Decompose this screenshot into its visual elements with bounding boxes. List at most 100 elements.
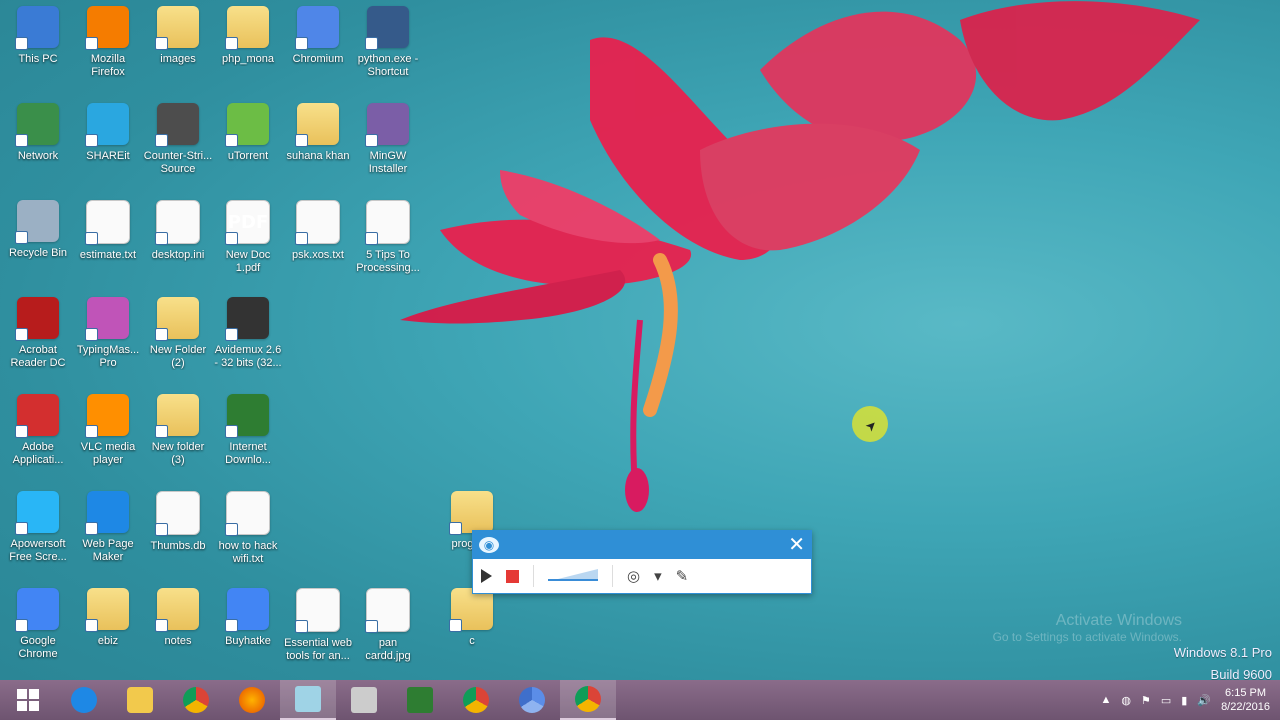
- audio-level-slider[interactable]: [548, 568, 598, 584]
- desktop-icon[interactable]: ebiz: [72, 588, 144, 676]
- taskbar-media[interactable]: [336, 680, 392, 720]
- desktop-icon[interactable]: Mozilla Firefox: [72, 6, 144, 94]
- desktop-icon-label: Adobe Applicati...: [12, 441, 64, 466]
- desktop-icon[interactable]: TypingMas... Pro: [72, 297, 144, 385]
- shareit-icon: [85, 103, 129, 147]
- counter-strike-icon: [155, 103, 199, 147]
- divider: [612, 565, 613, 587]
- desktop-icon-label: MinGW Installer: [368, 150, 408, 175]
- text-file-icon: [225, 491, 270, 536]
- desktop-icon-label: psk.xos.txt: [292, 249, 344, 261]
- desktop-icon[interactable]: how to hack wifi.txt: [212, 491, 284, 579]
- desktop-icon[interactable]: PDF New Doc 1.pdf: [212, 200, 284, 288]
- desktop-icon-label: TypingMas... Pro: [76, 344, 140, 369]
- recorder-logo-icon: ◉: [479, 537, 499, 553]
- desktop-icon[interactable]: Chromium: [282, 6, 354, 94]
- desktop-icon[interactable]: uTorrent: [212, 103, 284, 191]
- text-file-icon: [295, 200, 340, 245]
- volume-icon[interactable]: 🔊: [1197, 694, 1211, 707]
- desktop-icon-label: Counter-Stri... Source: [143, 150, 213, 175]
- desktop-icon[interactable]: psk.xos.txt: [282, 200, 354, 288]
- desktop-icon-label: suhana khan: [286, 150, 350, 162]
- play-button[interactable]: [481, 569, 492, 583]
- webcam-icon[interactable]: ◎: [627, 567, 640, 585]
- firefox-icon: [239, 687, 265, 713]
- action-center-flag-icon[interactable]: ⚑: [1141, 694, 1151, 707]
- desktop-icon-label: Recycle Bin: [8, 247, 68, 259]
- desktop-icon[interactable]: Counter-Stri... Source: [142, 103, 214, 191]
- taskbar-chrome-3[interactable]: [560, 680, 616, 720]
- start-button[interactable]: [0, 680, 56, 720]
- ie-icon: [71, 687, 97, 713]
- desktop-icon[interactable]: MinGW Installer: [352, 103, 424, 191]
- desktop-icon-label: php_mona: [222, 53, 274, 65]
- folder-icon: [449, 588, 493, 632]
- adobe-icon: [15, 394, 59, 438]
- chrome-icon: [463, 687, 489, 713]
- store-icon: [407, 687, 433, 713]
- desktop-icon-label: pan cardd.jpg: [365, 637, 411, 662]
- taskbar-internet-explorer[interactable]: [56, 680, 112, 720]
- clock[interactable]: 6:15 PM 8/22/2016: [1221, 686, 1270, 714]
- taskbar-chrome[interactable]: [168, 680, 224, 720]
- recorder-icon: [295, 686, 321, 712]
- desktop-icon[interactable]: Network: [2, 103, 74, 191]
- taskbar-store[interactable]: [392, 680, 448, 720]
- desktop-icon[interactable]: php_mona: [212, 6, 284, 94]
- desktop-icon-label: estimate.txt: [79, 249, 137, 261]
- taskbar-file-explorer[interactable]: [112, 680, 168, 720]
- taskbar-chromium[interactable]: [504, 680, 560, 720]
- power-icon[interactable]: ▭: [1161, 694, 1171, 707]
- dropdown-arrow-icon[interactable]: ▾: [654, 567, 662, 585]
- desktop-icon[interactable]: 5 Tips To Processing...: [352, 200, 424, 288]
- system-tray: ▲ ◍ ⚑ ▭ ▮ 🔊 6:15 PM 8/22/2016: [1101, 686, 1280, 714]
- desktop-icon-label: ebiz: [97, 635, 119, 647]
- desktop-icon[interactable]: Avidemux 2.6 - 32 bits (32...: [212, 297, 284, 385]
- taskbar-chrome-2[interactable]: [448, 680, 504, 720]
- chrome-icon: [183, 687, 209, 713]
- desktop-icon-label: Mozilla Firefox: [90, 53, 126, 78]
- show-hidden-icons-icon[interactable]: ▲: [1101, 694, 1112, 706]
- desktop-icon[interactable]: New Folder (2): [142, 297, 214, 385]
- desktop-icon[interactable]: notes: [142, 588, 214, 676]
- desktop-icon[interactable]: pan cardd.jpg: [352, 588, 424, 676]
- desktop-icon[interactable]: desktop.ini: [142, 200, 214, 288]
- desktop-icon[interactable]: Buyhatke: [212, 588, 284, 676]
- desktop-icon-label: Buyhatke: [225, 635, 271, 647]
- recorder-titlebar[interactable]: ◉ ✕: [473, 531, 811, 559]
- doc-file-icon: [365, 200, 410, 245]
- desktop-icon[interactable]: suhana khan: [282, 103, 354, 191]
- desktop-icon[interactable]: Acrobat Reader DC: [2, 297, 74, 385]
- signal-icon[interactable]: ▮: [1181, 694, 1187, 707]
- desktop-icon[interactable]: Internet Downlo...: [212, 394, 284, 482]
- desktop-icon-label: python.exe - Shortcut: [357, 53, 419, 78]
- desktop-icon[interactable]: Adobe Applicati...: [2, 394, 74, 482]
- desktop-icon[interactable]: This PC: [2, 6, 74, 94]
- desktop-icon[interactable]: Apowersoft Free Scre...: [2, 491, 74, 579]
- watermark-line2: Go to Settings to activate Windows.: [992, 630, 1182, 644]
- folder-icon: [449, 491, 493, 535]
- desktop-icon[interactable]: New folder (3): [142, 394, 214, 482]
- desktop-icon[interactable]: Essential web tools for an...: [282, 588, 354, 676]
- desktop-icon[interactable]: Google Chrome: [2, 588, 74, 676]
- watermark-line1: Activate Windows: [1055, 612, 1182, 629]
- desktop-icon[interactable]: estimate.txt: [72, 200, 144, 288]
- network-tray-icon[interactable]: ◍: [1121, 694, 1131, 707]
- taskbar-screen-recorder[interactable]: [280, 680, 336, 720]
- chromium-icon: [519, 687, 545, 713]
- desktop-icon[interactable]: VLC media player: [72, 394, 144, 482]
- desktop-icon[interactable]: Web Page Maker: [72, 491, 144, 579]
- desktop-icon[interactable]: images: [142, 6, 214, 94]
- desktop-icon[interactable]: c: [436, 588, 508, 676]
- close-button[interactable]: ✕: [788, 535, 805, 555]
- desktop-icon[interactable]: SHAREit: [72, 103, 144, 191]
- text-file-icon: [85, 200, 130, 245]
- desktop-icon[interactable]: Recycle Bin: [2, 200, 74, 288]
- desktop-icon-label: Web Page Maker: [82, 538, 134, 563]
- desktop-icon[interactable]: Thumbs.db: [142, 491, 214, 579]
- stop-button[interactable]: [506, 569, 519, 583]
- desktop-icon[interactable]: python.exe - Shortcut: [352, 6, 424, 94]
- pen-annotate-icon[interactable]: ✎: [676, 567, 689, 585]
- taskbar-firefox[interactable]: [224, 680, 280, 720]
- clock-date: 8/22/2016: [1221, 701, 1270, 713]
